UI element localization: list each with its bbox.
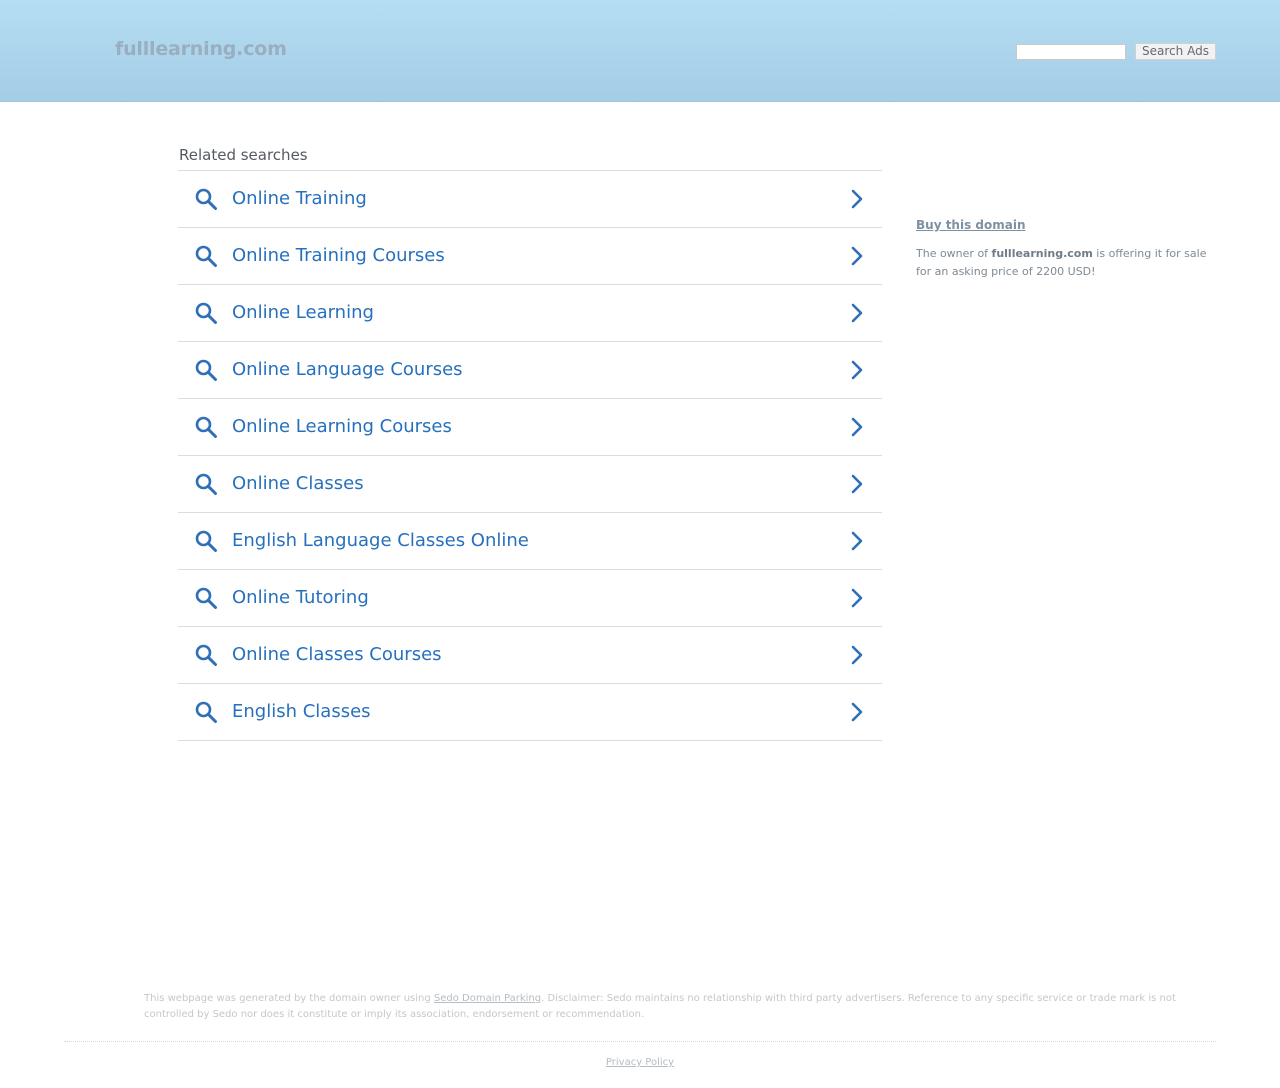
chevron-right-icon: [851, 303, 863, 323]
search-icon: [195, 530, 217, 552]
search-icon: [195, 416, 217, 438]
related-search-item[interactable]: English Classes: [178, 684, 882, 741]
related-searches-title: Related searches: [179, 146, 308, 164]
search-ads-button[interactable]: Search Ads: [1135, 43, 1216, 60]
disclaimer: This webpage was generated by the domain…: [144, 991, 1194, 1023]
related-search-item[interactable]: Online Tutoring: [178, 570, 882, 627]
search-icon: [195, 587, 217, 609]
related-search-label: Online Learning: [232, 302, 374, 323]
related-search-item[interactable]: Online Language Courses: [178, 342, 882, 399]
disclaimer-prefix: This webpage was generated by the domain…: [144, 993, 434, 1004]
chevron-right-icon: [851, 360, 863, 380]
related-search-item[interactable]: Online Training: [178, 171, 882, 228]
chevron-right-icon: [851, 531, 863, 551]
footer-divider: [64, 1041, 1216, 1042]
privacy-policy-link[interactable]: Privacy Policy: [606, 1057, 674, 1068]
chevron-right-icon: [851, 645, 863, 665]
search-icon: [195, 188, 217, 210]
related-search-item[interactable]: Online Classes: [178, 456, 882, 513]
related-search-label: Online Classes Courses: [232, 644, 442, 665]
related-searches-list: Online Training Online Training Courses On…: [178, 170, 882, 741]
chevron-right-icon: [851, 474, 863, 494]
related-search-label: Online Tutoring: [232, 587, 369, 608]
search-icon: [195, 302, 217, 324]
chevron-right-icon: [851, 588, 863, 608]
chevron-right-icon: [851, 189, 863, 209]
related-search-label: English Classes: [232, 701, 371, 722]
related-search-label: Online Language Courses: [232, 359, 463, 380]
sedo-parking-link[interactable]: Sedo Domain Parking: [434, 993, 541, 1004]
buy-domain-link[interactable]: Buy this domain: [916, 218, 1026, 232]
related-search-label: Online Training: [232, 188, 367, 209]
site-logo[interactable]: fulllearning.com: [115, 38, 287, 60]
search-icon: [195, 245, 217, 267]
related-search-item[interactable]: Online Learning Courses: [178, 399, 882, 456]
related-search-label: Online Learning Courses: [232, 416, 452, 437]
search-icon: [195, 701, 217, 723]
related-search-item[interactable]: English Language Classes Online: [178, 513, 882, 570]
related-search-label: Online Classes: [232, 473, 364, 494]
search-icon: [195, 359, 217, 381]
related-search-label: English Language Classes Online: [232, 530, 529, 551]
offer-prefix: The owner of: [916, 247, 992, 260]
offer-domain: fulllearning.com: [991, 247, 1093, 260]
chevron-right-icon: [851, 246, 863, 266]
related-search-item[interactable]: Online Training Courses: [178, 228, 882, 285]
related-search-label: Online Training Courses: [232, 245, 445, 266]
related-search-item[interactable]: Online Learning: [178, 285, 882, 342]
search-icon: [195, 644, 217, 666]
chevron-right-icon: [851, 702, 863, 722]
related-search-item[interactable]: Online Classes Courses: [178, 627, 882, 684]
chevron-right-icon: [851, 417, 863, 437]
header: fulllearning.com Search Ads: [0, 0, 1280, 102]
search-icon: [195, 473, 217, 495]
privacy-footer: Privacy Policy: [0, 1057, 1280, 1068]
sale-offer-text: The owner of fulllearning.com is offerin…: [916, 245, 1216, 281]
search-input[interactable]: [1016, 44, 1126, 60]
